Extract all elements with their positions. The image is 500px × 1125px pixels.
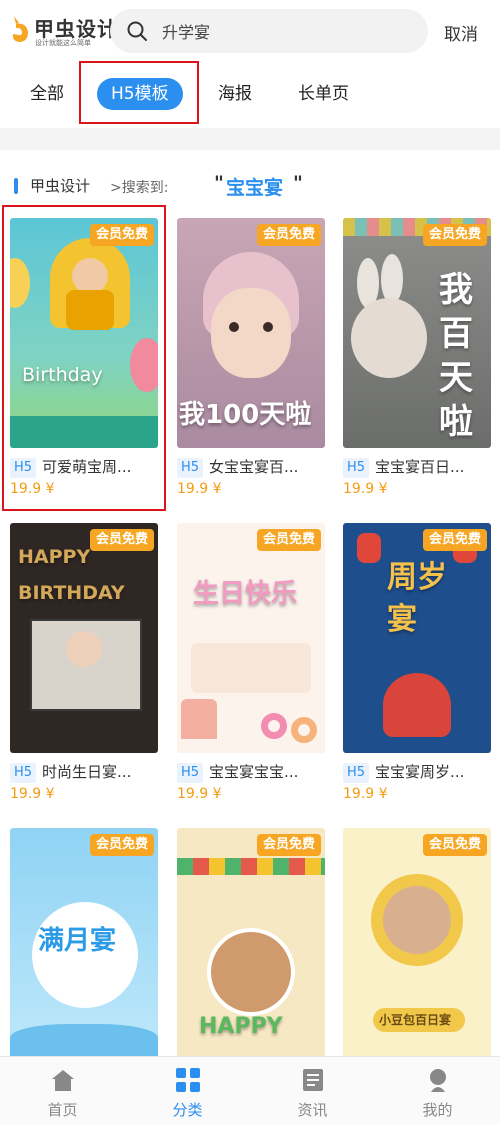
logo-slogan: 设计就能这么简单 [35,39,91,47]
member-free-badge: 会员免费 [422,834,487,856]
thumb-art-text: 周岁宴 [387,560,447,637]
template-thumbnail[interactable]: 小豆包百日宴 会员免费 [343,828,491,1058]
search-keyword: 宝宝宴 [226,177,284,199]
nav-item-profile[interactable]: 我的 [375,1057,500,1125]
nav-item-news[interactable]: 资讯 [250,1057,375,1125]
photo-circle-shape [207,928,295,1016]
tab-all[interactable]: 全部 [30,78,64,110]
template-price: 19.9 ¥ [343,481,388,497]
breadcrumb-accent-bar [14,178,18,194]
child-face-shape [66,631,102,667]
wave-shape [10,1024,158,1058]
breadcrumb-separator: >搜索到: [110,180,169,196]
logo[interactable]: 甲虫设计 设计就能这么简单 [10,10,117,52]
category-tabs: 全部 H5模板 海报 长单页 [0,62,500,128]
keyword-open-quote: " [214,172,224,194]
template-title: H5 宝宝宴宝宝... [177,761,327,783]
category-grid-icon [176,1068,200,1092]
divider-band [0,128,500,150]
template-thumbnail[interactable]: 周岁宴 会员免费 [343,523,491,753]
search-box[interactable] [110,9,428,53]
h5-tag: H5 [177,762,204,783]
template-title-text: 女宝宝宴百... [209,458,299,476]
tab-highlight-box [79,61,199,124]
template-title-text: 宝宝宴周岁... [375,763,465,781]
template-title: H5 宝宝宴百日... [343,456,493,478]
member-free-badge: 会员免费 [256,834,321,856]
nav-item-home[interactable]: 首页 [0,1057,125,1125]
lantern-shape [357,533,381,563]
beetle-logo-icon [12,16,28,42]
template-price: 19.9 ¥ [177,786,222,802]
bunting-shape [177,858,325,875]
thumb-art-text: 我百天啦 [439,270,473,442]
nav-label: 分类 [172,1101,203,1119]
h5-tag: H5 [343,762,370,783]
template-price: 19.9 ¥ [177,481,222,497]
member-free-badge: 会员免费 [256,224,321,246]
thumb-art-text: 生日快乐 [193,579,298,609]
baby-face-shape [211,288,291,378]
template-thumbnail[interactable]: HAPPY 会员免费 [177,828,325,1058]
nav-label: 资讯 [297,1101,328,1119]
member-free-badge: 会员免费 [89,834,154,856]
profile-icon [430,1069,446,1092]
template-title-text: 宝宝宴百日... [375,458,465,476]
thumb-art-text: 我100天啦 [179,400,312,430]
cartoon-figure-shape [383,673,451,737]
template-title: H5 宝宝宴周岁... [343,761,493,783]
photo-circle-shape [383,886,451,954]
template-title: H5 女宝宝宴百... [177,456,327,478]
eye-shape [263,322,273,332]
bottom-nav: 首页 分类 资讯 我的 [0,1056,500,1125]
h5-tag: H5 [10,762,37,783]
nav-label: 我的 [422,1101,453,1119]
bunny-ear-shape [381,254,403,304]
card-highlight-box [2,205,166,511]
info-panel-shape [191,643,311,693]
top-bar: 甲虫设计 设计就能这么简单 取消 [0,0,500,62]
breadcrumb: 甲虫设计 >搜索到: " 宝宝宴 " [14,172,494,200]
home-icon [52,1070,74,1091]
template-thumbnail[interactable]: 生日快乐 会员免费 [177,523,325,753]
nav-item-category[interactable]: 分类 [125,1057,250,1125]
template-thumbnail[interactable]: 满月宴 会员免费 [10,828,158,1058]
template-title: H5 时尚生日宴... [10,761,160,783]
search-icon [127,21,147,41]
member-free-badge: 会员免费 [256,529,321,551]
template-price: 19.9 ¥ [10,786,55,802]
thumb-art-text: 满月宴 [38,926,117,956]
member-free-badge: 会员免费 [422,224,487,246]
h5-tag: H5 [343,457,370,478]
template-thumbnail[interactable]: 我100天啦 会员免费 [177,218,325,448]
tab-poster[interactable]: 海报 [218,78,252,110]
cake-shape [181,699,217,739]
template-price: 19.9 ¥ [343,786,388,802]
donut-shape [261,713,287,739]
news-icon [303,1069,323,1091]
breadcrumb-brand[interactable]: 甲虫设计 [30,175,90,196]
keyword-close-quote: " [293,172,303,194]
nav-label: 首页 [47,1101,78,1119]
eye-shape [229,322,239,332]
thumb-art-text: 小豆包百日宴 [379,1013,452,1027]
template-thumbnail[interactable]: HAPPY BIRTHDAY 会员免费 [10,523,158,753]
thumb-art-text: HAPPY [199,1014,283,1039]
h5-tag: H5 [177,457,204,478]
baby-face-shape [351,298,427,378]
tab-long-page[interactable]: 长单页 [298,78,349,110]
template-title-text: 时尚生日宴... [42,763,132,781]
member-free-badge: 会员免费 [89,529,154,551]
member-free-badge: 会员免费 [422,529,487,551]
cancel-button[interactable]: 取消 [444,20,478,45]
template-thumbnail[interactable]: 我百天啦 会员免费 [343,218,491,448]
template-title-text: 宝宝宴宝宝... [209,763,299,781]
donut-shape [291,717,317,743]
search-input[interactable] [162,9,412,53]
